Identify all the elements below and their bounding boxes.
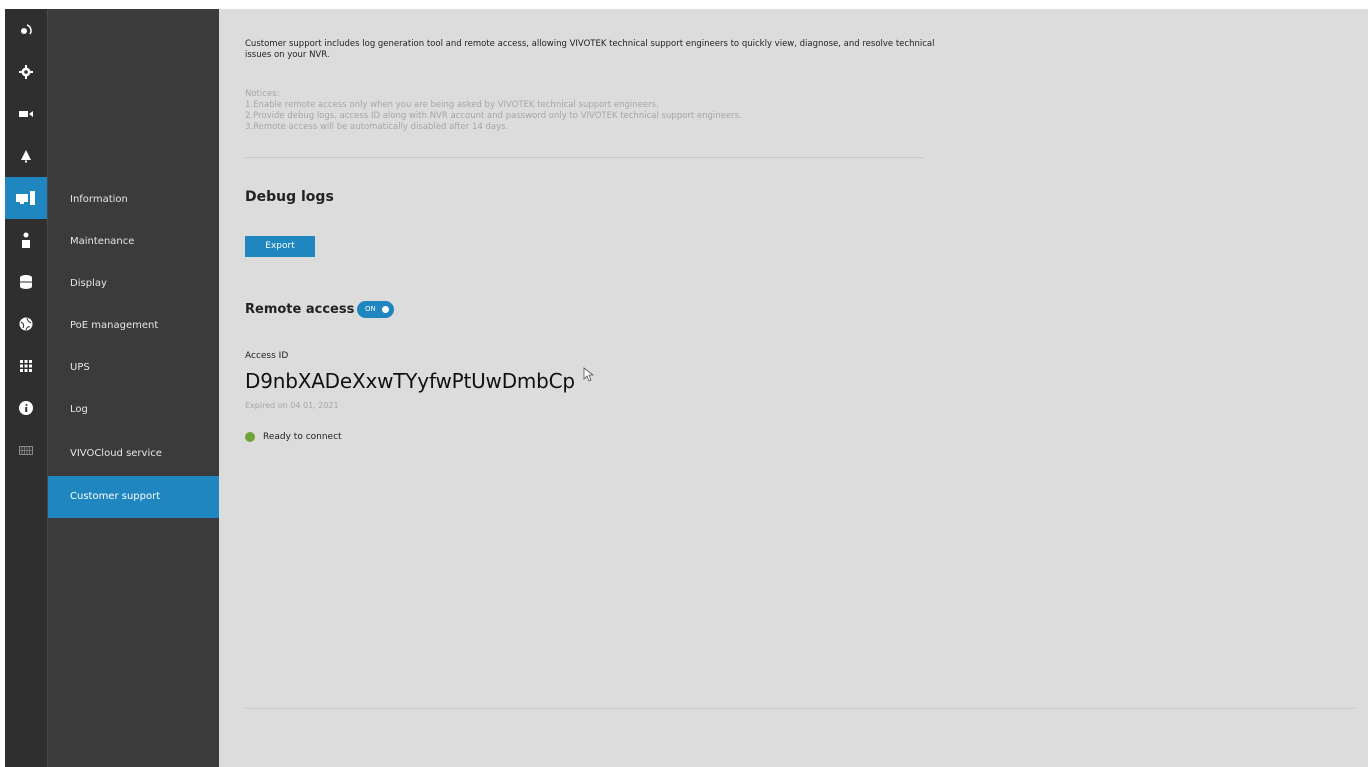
content-panel: Customer support includes log generation…: [218, 9, 1368, 767]
notice-item: 1.Enable remote access only when you are…: [245, 100, 659, 110]
app-frame: Information Maintenance Display PoE mana…: [5, 9, 1368, 767]
network-globe-icon[interactable]: [5, 303, 47, 345]
settings-menu: Information Maintenance Display PoE mana…: [47, 9, 219, 767]
intro-text: Customer support includes log generation…: [245, 39, 935, 60]
user-icon[interactable]: [5, 219, 47, 261]
apps-grid-icon[interactable]: [5, 345, 47, 387]
menu-item-maintenance[interactable]: Maintenance: [48, 221, 219, 263]
video-camera-icon[interactable]: [5, 93, 47, 135]
notice-item: 3.Remote access will be automatically di…: [245, 122, 509, 132]
gear-icon[interactable]: [5, 51, 47, 93]
access-id-value: D9nbXADeXxwTYyfwPtUwDmbCp: [245, 369, 575, 393]
status-indicator-icon: [245, 432, 255, 442]
menu-item-customer-support[interactable]: Customer support: [48, 476, 219, 518]
database-icon[interactable]: [5, 261, 47, 303]
menu-item-information[interactable]: Information: [48, 179, 219, 221]
menu-item-log[interactable]: Log: [48, 389, 219, 431]
mouse-cursor-icon: [583, 367, 595, 386]
toggle-label: ON: [365, 305, 376, 313]
bell-icon[interactable]: [5, 135, 47, 177]
menu-item-vivocloud-service[interactable]: VIVOCloud service: [48, 433, 219, 475]
divider: [245, 157, 924, 158]
toggle-knob: [382, 306, 389, 313]
debug-logs-heading: Debug logs: [245, 189, 334, 205]
camera-rotate-icon[interactable]: [5, 9, 47, 51]
footer-divider: [245, 708, 1355, 709]
remote-access-heading: Remote access: [245, 302, 355, 317]
notice-item: 2.Provide debug logs, access ID along wi…: [245, 111, 742, 121]
icon-sidebar: [5, 9, 47, 767]
menu-item-ups[interactable]: UPS: [48, 347, 219, 389]
remote-access-toggle[interactable]: ON: [357, 301, 394, 318]
expiry-text: Expired on 04 01, 2021: [245, 401, 339, 410]
keyboard-icon[interactable]: [5, 429, 47, 471]
info-icon[interactable]: [5, 387, 47, 429]
export-button[interactable]: Export: [245, 236, 315, 257]
menu-item-poe-management[interactable]: PoE management: [48, 305, 219, 347]
notices-title: Notices:: [245, 89, 280, 99]
system-icon[interactable]: [5, 177, 47, 219]
menu-item-display[interactable]: Display: [48, 263, 219, 305]
access-id-label: Access ID: [245, 351, 289, 361]
notices: Notices: 1.Enable remote access only whe…: [245, 89, 945, 133]
status-text: Ready to connect: [263, 432, 342, 442]
